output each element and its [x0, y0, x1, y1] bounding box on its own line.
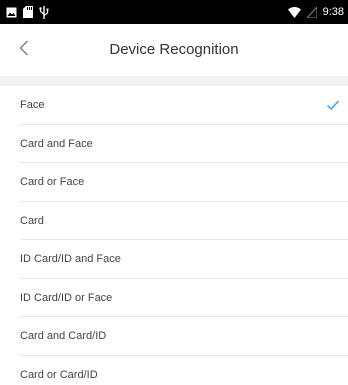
option-label: ID Card/ID and Face	[20, 253, 121, 265]
option-label: Card and Card/ID	[20, 330, 107, 342]
option-card-or-face[interactable]: Card or Face	[20, 163, 348, 202]
option-card-or-card-id[interactable]: Card or Card/ID	[20, 356, 348, 385]
usb-icon	[39, 5, 49, 19]
option-card-and-card-id[interactable]: Card and Card/ID	[20, 317, 348, 356]
image-icon	[6, 7, 17, 18]
option-card-and-face[interactable]: Card and Face	[20, 125, 348, 163]
option-id-card-or-face[interactable]: ID Card/ID or Face	[20, 279, 348, 317]
option-label: Card or Face	[20, 176, 85, 188]
recognition-option-list: Face Card and Face Card or Face Card ID …	[0, 86, 348, 385]
option-label: Card or Card/ID	[20, 368, 98, 381]
checkmark-icon	[326, 98, 340, 112]
status-left-icons	[6, 5, 49, 19]
sd-card-icon	[23, 6, 33, 18]
option-label: Card and Face	[20, 137, 93, 150]
option-label: Card	[20, 214, 44, 227]
section-divider	[0, 76, 348, 86]
option-face[interactable]: Face	[20, 86, 348, 125]
status-time: 9:38	[322, 6, 344, 18]
option-label: Face	[20, 99, 45, 111]
device-recognition-screen: 9:38 Device Recognition Face Card and Fa…	[0, 0, 348, 385]
wifi-icon	[287, 6, 301, 18]
option-id-card-and-face[interactable]: ID Card/ID and Face	[20, 240, 348, 279]
signal-icon	[306, 6, 317, 18]
option-card[interactable]: Card	[20, 202, 348, 240]
page-title: Device Recognition	[109, 41, 239, 58]
status-right-icons: 9:38	[287, 0, 344, 24]
option-label: ID Card/ID or Face	[20, 291, 113, 304]
header: Device Recognition	[0, 24, 348, 76]
status-bar: 9:38	[0, 0, 348, 24]
